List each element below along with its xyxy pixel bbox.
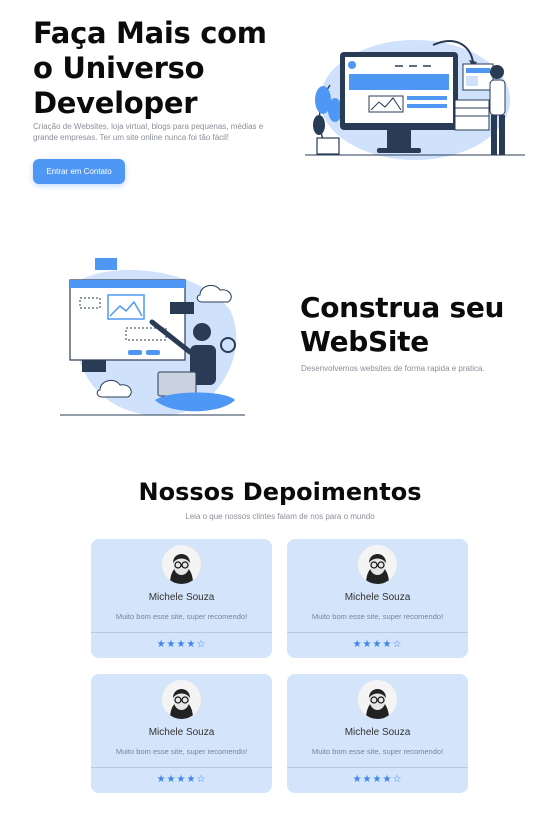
- star-filled-icon: ★: [382, 774, 393, 785]
- section-title: Construa seu WebSite: [300, 291, 505, 358]
- star-filled-icon: ★: [372, 639, 383, 650]
- star-filled-icon: ★: [372, 774, 383, 785]
- star-filled-icon: ★: [166, 774, 177, 785]
- star-outline-icon: ☆: [392, 639, 403, 650]
- avatar: [358, 545, 397, 584]
- star-rating: ★★★★☆: [287, 639, 468, 650]
- star-filled-icon: ★: [176, 774, 187, 785]
- reviewer-name: Michele Souza: [344, 727, 411, 738]
- testimonials-title: Nossos Depoimentos: [138, 478, 422, 506]
- star-filled-icon: ★: [352, 639, 363, 650]
- star-rating: ★★★★☆: [91, 639, 272, 650]
- testimonial-card: Michele Souza Muito bom esse site, super…: [91, 539, 272, 658]
- star-filled-icon: ★: [176, 639, 187, 650]
- divider: [91, 767, 272, 768]
- reviewer-name: Michele Souza: [148, 727, 215, 738]
- star-filled-icon: ★: [382, 639, 393, 650]
- testimonial-card: Michele Souza Muito bom esse site, super…: [91, 674, 272, 793]
- star-filled-icon: ★: [156, 639, 167, 650]
- star-filled-icon: ★: [362, 639, 373, 650]
- developer-monitor-illustration: [305, 40, 525, 160]
- review-text: Muito bom esse site, super recomendo!: [311, 747, 444, 756]
- laptop-developer-illustration: [60, 258, 245, 416]
- review-text: Muito bom esse site, super recomendo!: [115, 747, 248, 756]
- star-filled-icon: ★: [186, 639, 197, 650]
- star-filled-icon: ★: [352, 774, 363, 785]
- star-outline-icon: ☆: [392, 774, 403, 785]
- star-outline-icon: ☆: [196, 639, 207, 650]
- testimonial-card: Michele Souza Muito bom esse site, super…: [287, 539, 468, 658]
- divider: [287, 767, 468, 768]
- star-outline-icon: ☆: [196, 774, 207, 785]
- reviewer-name: Michele Souza: [148, 592, 215, 603]
- star-filled-icon: ★: [166, 639, 177, 650]
- avatar: [162, 545, 201, 584]
- section-description: Desenvolvemos websites de forma rapida e…: [301, 364, 485, 373]
- testimonial-card: Michele Souza Muito bom esse site, super…: [287, 674, 468, 793]
- star-filled-icon: ★: [156, 774, 167, 785]
- star-rating: ★★★★☆: [91, 774, 272, 785]
- reviewer-name: Michele Souza: [344, 592, 411, 603]
- testimonials-subtitle: Leia o que nossos clintes falam de nos p…: [185, 512, 375, 521]
- divider: [91, 632, 272, 633]
- review-text: Muito bom esse site, super recomendo!: [115, 612, 248, 621]
- star-filled-icon: ★: [362, 774, 373, 785]
- hero-description: Criação de Websites, loja virtual, blogs…: [33, 122, 264, 142]
- star-filled-icon: ★: [186, 774, 197, 785]
- hero-title: Faça Mais com o Universo Developer: [33, 16, 267, 120]
- contact-button[interactable]: Entrar em Contato: [33, 159, 125, 184]
- review-text: Muito bom esse site, super recomendo!: [311, 612, 444, 621]
- avatar: [358, 680, 397, 719]
- avatar: [162, 680, 201, 719]
- divider: [287, 632, 468, 633]
- star-rating: ★★★★☆: [287, 774, 468, 785]
